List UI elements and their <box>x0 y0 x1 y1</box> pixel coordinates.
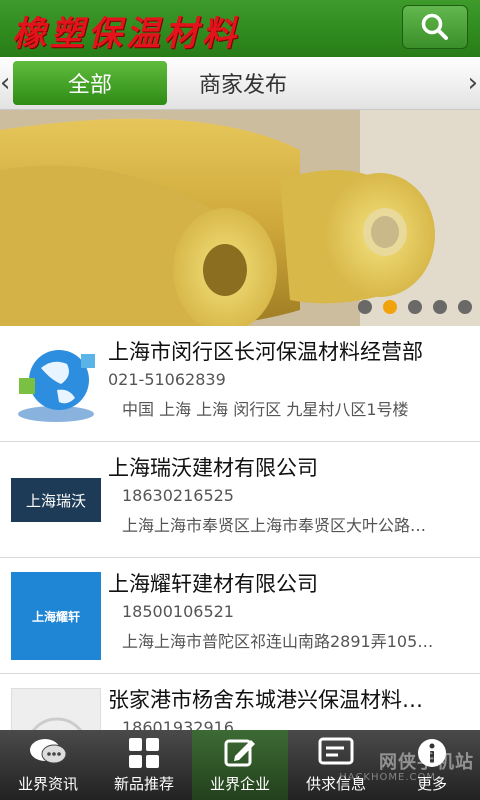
company-address: 中国 上海 上海 闵行区 九星村八区1号楼 <box>122 400 409 419</box>
carousel-dot[interactable] <box>433 300 447 314</box>
company-list: 上海市闵行区长河保温材料经营部 021-51062839 中国 上海 上海 闵行… <box>0 326 480 790</box>
company-name: 张家港市杨舍东城港兴保温材料… <box>108 688 423 712</box>
list-item[interactable]: 上海市闵行区长河保温材料经营部 021-51062839 中国 上海 上海 闵行… <box>0 326 480 442</box>
company-phone: 18630216525 <box>122 486 234 505</box>
banner-image <box>0 110 480 326</box>
nav-label: 业界资讯 <box>17 775 78 793</box>
app-header: 橡塑保温材料 <box>0 0 480 57</box>
chat-bubbles-icon <box>30 739 67 764</box>
logo-text: 上海瑞沃 <box>25 491 86 510</box>
nav-label: 新品推荐 <box>113 775 174 793</box>
search-icon <box>421 13 448 40</box>
edit-icon <box>224 739 255 767</box>
company-logo: 上海耀轩 <box>11 572 101 660</box>
company-address: 上海上海市普陀区祁连山南路2891弄105… <box>122 632 434 651</box>
company-name: 上海耀轩建材有限公司 <box>108 572 318 596</box>
list-item[interactable]: 上海耀轩 上海耀轩建材有限公司 18500106521 上海上海市普陀区祁连山南… <box>0 558 480 674</box>
nav-industry-news[interactable]: 业界资讯 <box>0 730 96 800</box>
globe-icon <box>11 340 101 428</box>
tab-merchant-publish[interactable]: 商家发布 <box>188 61 298 105</box>
carousel-indicator <box>358 300 472 314</box>
search-button[interactable] <box>402 5 468 49</box>
banner-carousel[interactable] <box>0 110 480 326</box>
company-phone: 18500106521 <box>122 602 234 621</box>
app-title: 橡塑保温材料 <box>12 14 240 54</box>
tabs-right-arrow-icon[interactable]: › <box>468 69 478 97</box>
carousel-dot[interactable] <box>358 300 372 314</box>
watermark: 网侠手机站 <box>379 752 474 773</box>
company-name: 上海瑞沃建材有限公司 <box>108 456 318 480</box>
tab-all[interactable]: 全部 <box>13 61 167 105</box>
company-name: 上海市闵行区长河保温材料经营部 <box>108 340 423 364</box>
tabs-left-arrow-icon[interactable]: ‹ <box>0 69 10 97</box>
category-tabs: ‹ 全部 商家发布 › <box>0 57 480 110</box>
carousel-dot-active[interactable] <box>383 300 397 314</box>
company-logo <box>11 340 101 428</box>
nav-industry-companies[interactable]: 业界企业 <box>192 730 288 800</box>
company-address: 上海上海市奉贤区上海市奉贤区大叶公路… <box>122 516 427 535</box>
list-item[interactable]: 上海瑞沃 上海瑞沃建材有限公司 18630216525 上海上海市奉贤区上海市奉… <box>0 442 480 558</box>
logo-text: 上海耀轩 <box>31 609 80 624</box>
company-logo: 上海瑞沃 <box>11 456 101 544</box>
message-icon <box>318 737 354 765</box>
company-phone: 021-51062839 <box>108 370 226 389</box>
nav-supply-demand[interactable]: 供求信息 <box>288 730 384 800</box>
logo-plate: 上海瑞沃 <box>11 478 101 522</box>
nav-new-products[interactable]: 新品推荐 <box>96 730 192 800</box>
carousel-dot[interactable] <box>458 300 472 314</box>
watermark-sub: HACKHOME.COM <box>339 772 436 783</box>
carousel-dot[interactable] <box>408 300 422 314</box>
nav-label: 业界企业 <box>209 775 270 793</box>
grid-icon <box>129 738 159 768</box>
